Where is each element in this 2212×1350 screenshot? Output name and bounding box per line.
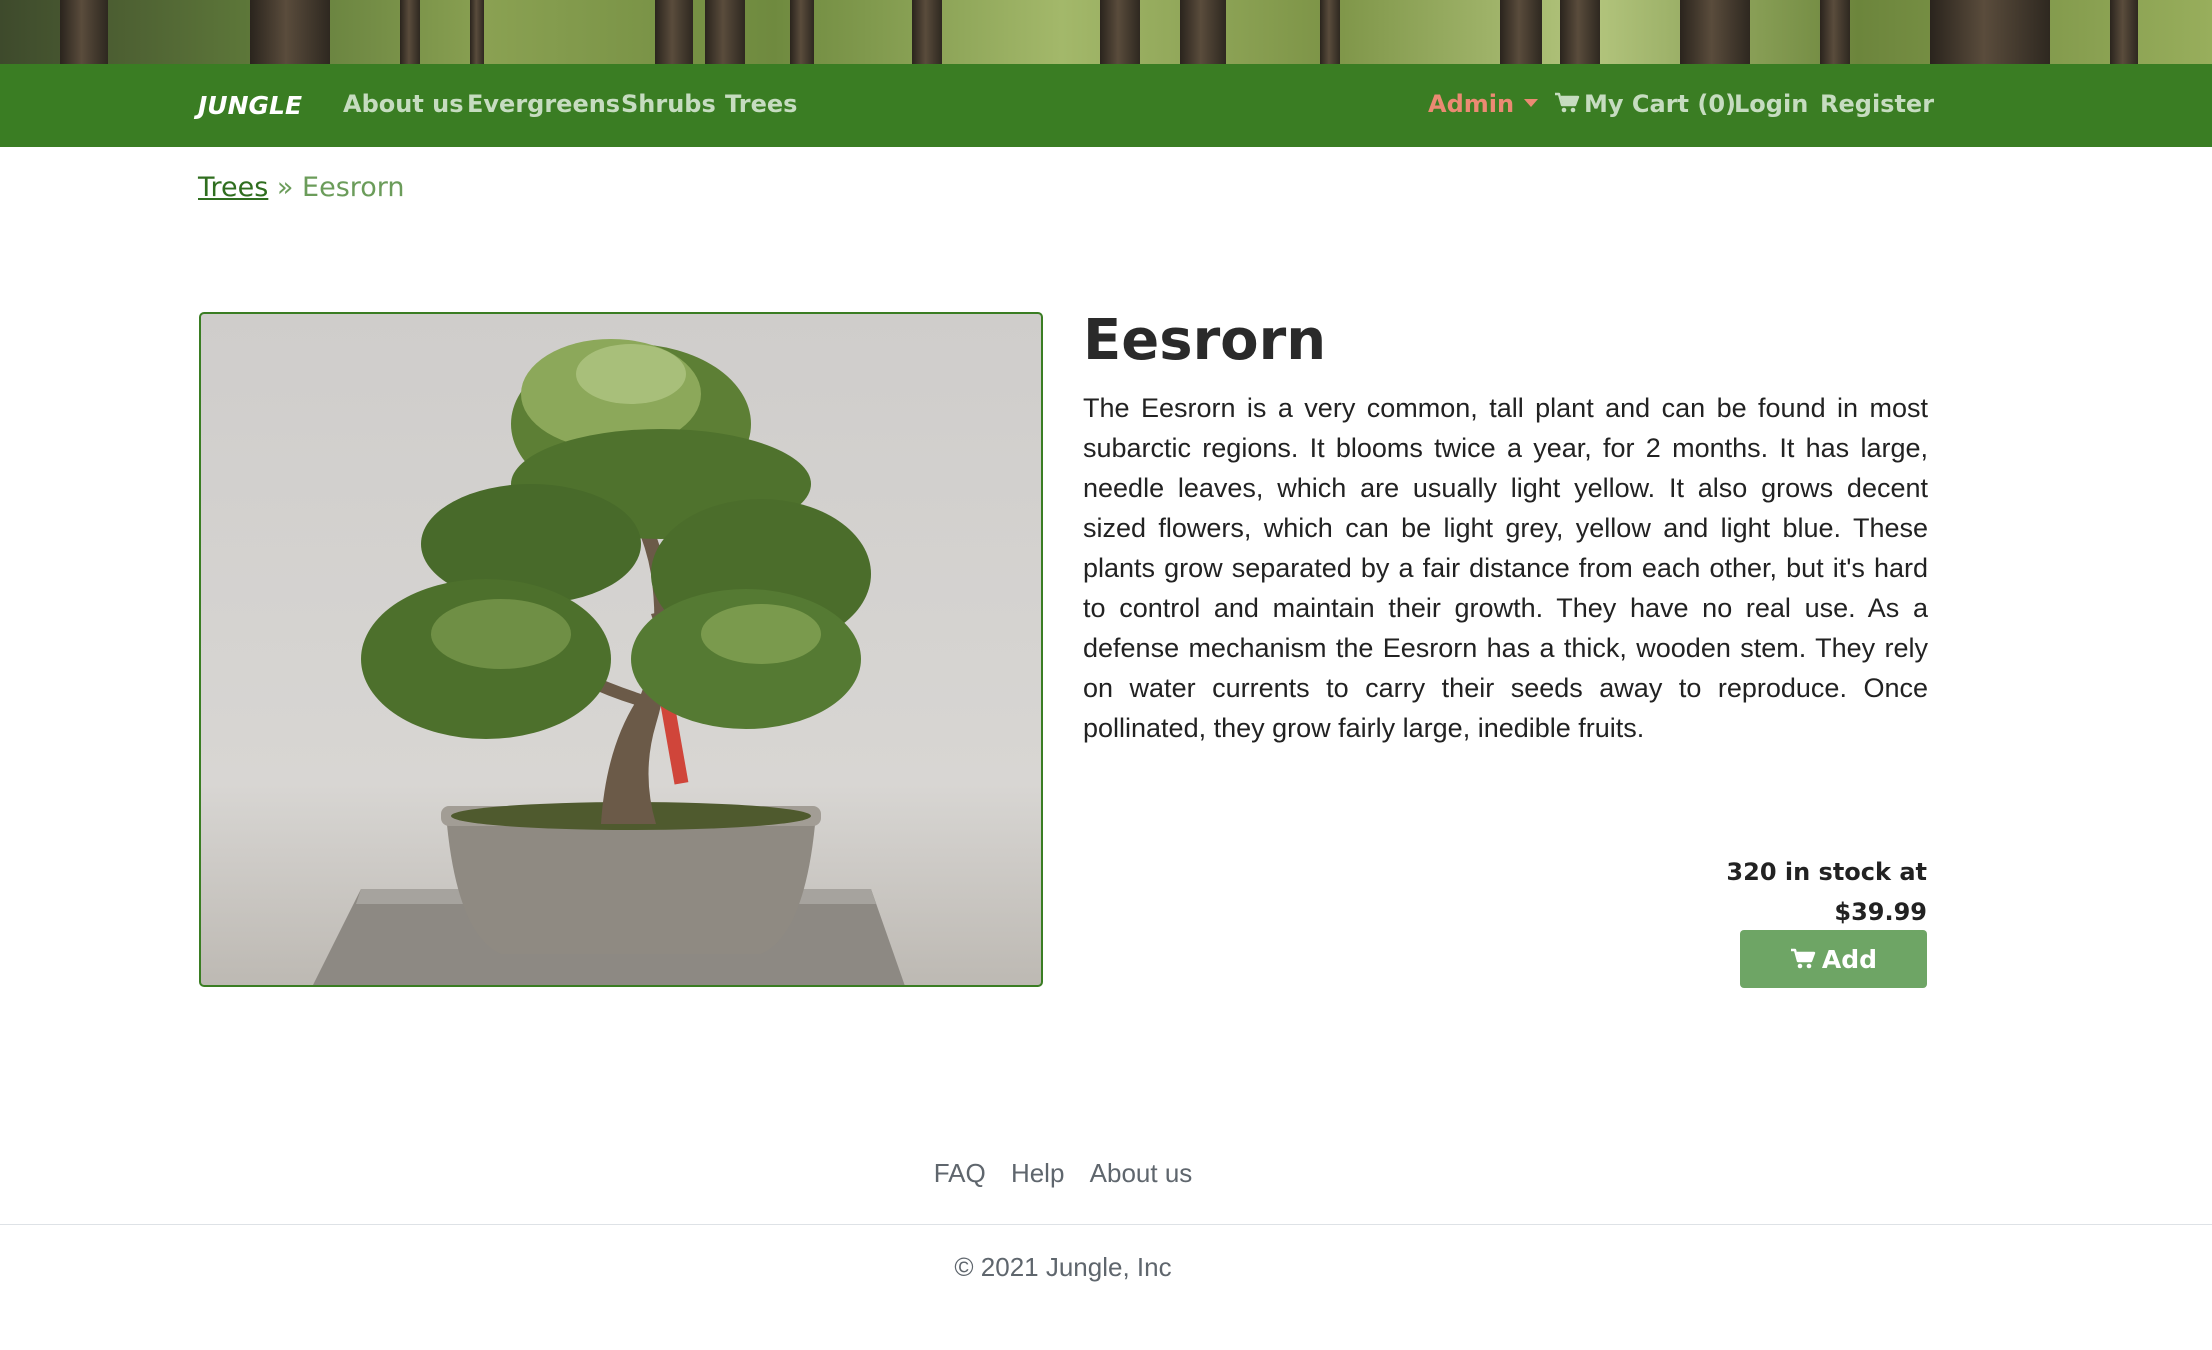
admin-dropdown[interactable]: Admin bbox=[1428, 90, 1539, 118]
footer-link-faq[interactable]: FAQ bbox=[934, 1158, 986, 1188]
stock-and-price: 320 in stock at $39.99 bbox=[1726, 852, 1927, 932]
nav-link-evergreens[interactable]: Evergreens bbox=[467, 90, 620, 118]
breadcrumb: Trees » Eesrorn bbox=[198, 172, 405, 203]
brand-logo[interactable]: JUNGLE bbox=[198, 91, 302, 120]
register-link[interactable]: Register bbox=[1820, 90, 1934, 118]
breadcrumb-current: Eesrorn bbox=[302, 172, 405, 203]
product-price: $39.99 bbox=[1834, 898, 1927, 926]
add-button-label: Add bbox=[1821, 944, 1878, 974]
nav-link-about-us[interactable]: About us bbox=[343, 90, 464, 118]
header-banner-image bbox=[0, 0, 2212, 64]
add-to-cart-button[interactable]: Add bbox=[1740, 930, 1927, 988]
copyright-text: © 2021 Jungle, Inc bbox=[954, 1252, 1172, 1282]
breadcrumb-separator: » bbox=[276, 172, 294, 203]
cart-label: My Cart (0) bbox=[1584, 90, 1736, 118]
product-description: The Eesrorn is a very common, tall plant… bbox=[1083, 393, 1928, 743]
footer-links: FAQ Help About us bbox=[0, 1158, 2126, 1189]
stock-count: 320 in stock at bbox=[1726, 858, 1927, 886]
footer-divider bbox=[0, 1224, 2212, 1225]
cart-icon bbox=[1790, 948, 1816, 969]
bonsai-illustration bbox=[313, 339, 905, 985]
product-image bbox=[199, 312, 1043, 987]
nav-link-shrubs[interactable]: Shrubs bbox=[621, 90, 716, 118]
cart-icon bbox=[1555, 92, 1580, 113]
admin-dropdown-label: Admin bbox=[1428, 90, 1515, 118]
main-navbar: JUNGLE About us Evergreens Shrubs Trees … bbox=[0, 64, 2212, 147]
login-link[interactable]: Login bbox=[1734, 90, 1808, 118]
breadcrumb-link-trees[interactable]: Trees bbox=[198, 172, 268, 203]
footer-link-help[interactable]: Help bbox=[1011, 1158, 1064, 1188]
cart-link[interactable]: My Cart (0) bbox=[1554, 90, 1736, 118]
caret-down-icon bbox=[1524, 99, 1539, 107]
nav-link-trees[interactable]: Trees bbox=[725, 90, 797, 118]
footer-link-about-us[interactable]: About us bbox=[1090, 1158, 1193, 1188]
product-title: Eesrorn bbox=[1083, 308, 1327, 373]
